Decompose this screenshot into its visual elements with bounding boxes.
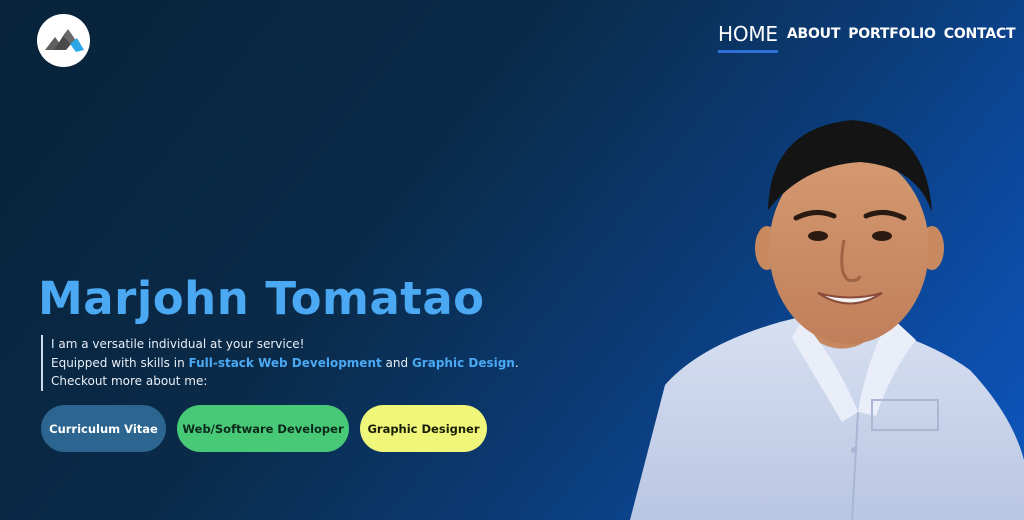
intro-line-2-middle: and [381, 355, 412, 370]
nav-portfolio[interactable]: PORTFOLIO [848, 22, 936, 42]
main-nav: HOME ABOUT PORTFOLIO CONTACT [718, 22, 1023, 53]
developer-button[interactable]: Web/Software Developer [177, 405, 349, 452]
intro-line-2-suffix: . [514, 355, 519, 370]
skill-fullstack: Full-stack Web Development [188, 355, 382, 370]
cta-buttons: Curriculum Vitae Web/Software Developer … [41, 405, 498, 452]
nav-contact[interactable]: CONTACT [944, 22, 1016, 42]
intro-line-2-prefix: Equipped with skills in [51, 355, 189, 370]
designer-button[interactable]: Graphic Designer [360, 405, 487, 452]
skill-graphic-design: Graphic Design [411, 355, 515, 370]
cv-button[interactable]: Curriculum Vitae [41, 405, 166, 452]
intro-line-1: I am a versatile individual at your serv… [51, 337, 305, 351]
mountain-logo-icon [45, 29, 84, 52]
nav-home[interactable]: HOME [718, 22, 778, 53]
profile-photo [630, 120, 1024, 520]
intro-line-2: Equipped with skills in Full-stack Web D… [51, 354, 519, 373]
nav-about[interactable]: ABOUT [787, 22, 841, 42]
intro-text: I am a versatile individual at your serv… [41, 335, 519, 391]
hero-name: Marjohn Tomatao [38, 272, 485, 325]
intro-line-3: Checkout more about me: [51, 374, 208, 388]
site-logo[interactable] [37, 14, 90, 67]
